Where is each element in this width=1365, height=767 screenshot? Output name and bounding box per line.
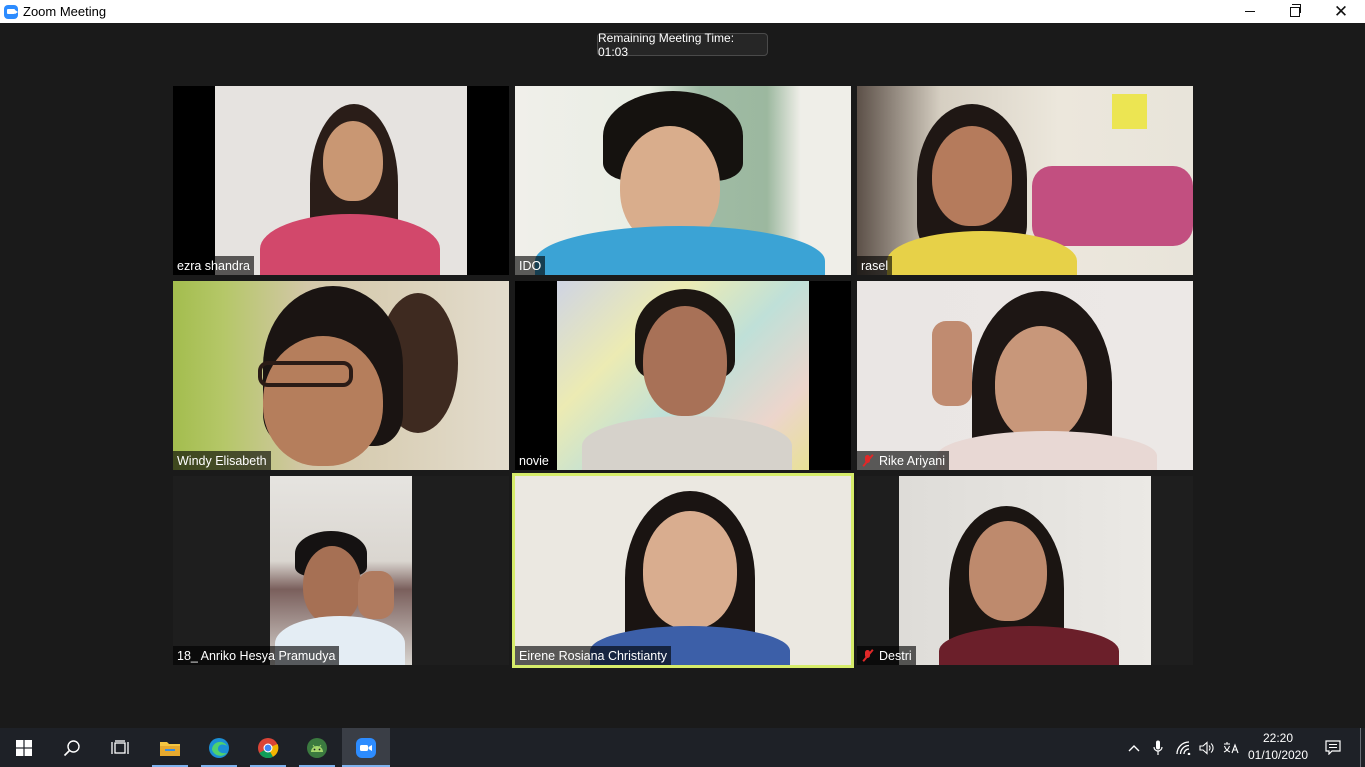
video-tile[interactable]: 18_ Anriko Hesya Pramudya (173, 476, 509, 665)
muted-microphone-icon (861, 649, 874, 662)
video-tile[interactable]: rasel (857, 86, 1193, 275)
video-tile-active-speaker[interactable]: Eirene Rosiana Christianty (512, 473, 854, 668)
video-feed (857, 281, 1193, 470)
task-view-icon (111, 739, 129, 754)
taskbar-file-explorer[interactable] (146, 728, 194, 767)
video-feed (557, 281, 809, 470)
edge-browser-icon (209, 737, 229, 758)
window-titlebar: Zoom Meeting ✕ (0, 0, 1365, 23)
participant-name-text: Destri (879, 648, 912, 663)
file-explorer-icon (160, 741, 180, 756)
zoom-logo-icon (4, 4, 18, 19)
chrome-browser-icon (258, 737, 279, 758)
taskbar-android-studio[interactable] (293, 728, 341, 767)
window-title: Zoom Meeting (23, 4, 107, 19)
video-tile[interactable]: Destri (857, 476, 1193, 665)
search-button[interactable] (48, 728, 96, 767)
participant-name-text: novie (519, 453, 549, 468)
input-method-tray-button[interactable] (1220, 728, 1242, 767)
taskbar-zoom[interactable] (342, 728, 390, 767)
android-studio-icon (307, 737, 327, 758)
video-feed (899, 476, 1151, 665)
meeting-area: Remaining Meeting Time: 01:03 ezra shand… (0, 23, 1365, 728)
video-feed (173, 281, 509, 470)
participant-name: Eirene Rosiana Christianty (515, 646, 671, 665)
participant-name: Destri (857, 646, 916, 665)
notifications-icon (1325, 740, 1341, 755)
participant-name: IDO (515, 256, 546, 275)
windows-taskbar: 22:20 01/10/2020 (0, 728, 1365, 767)
participant-name-text: rasel (861, 258, 889, 273)
minimize-icon (1245, 11, 1255, 12)
restore-button[interactable] (1272, 0, 1318, 23)
participant-name: rasel (857, 256, 893, 275)
microphone-tray-button[interactable] (1148, 728, 1168, 767)
muted-microphone-icon (861, 454, 874, 467)
video-feed (270, 476, 412, 665)
speaker-volume-icon (1199, 740, 1214, 755)
windows-start-icon (16, 739, 32, 756)
network-tray-button[interactable] (1173, 728, 1195, 767)
zoom-app-icon (356, 737, 376, 758)
input-method-icon (1223, 741, 1239, 753)
video-feed (857, 86, 1193, 275)
video-feed (215, 86, 467, 275)
participant-name-text: Eirene Rosiana Christianty (519, 648, 667, 663)
participant-name-text: Rike Ariyani (879, 453, 945, 468)
clock-date: 01/10/2020 (1247, 748, 1309, 762)
participant-name-text: 18_ Anriko Hesya Pramudya (177, 648, 336, 663)
participant-name-text: IDO (519, 258, 542, 273)
show-desktop-divider[interactable] (1360, 728, 1361, 767)
video-tile[interactable]: novie (515, 281, 851, 470)
wifi-icon (1176, 740, 1191, 755)
video-tile[interactable]: Windy Elisabeth (173, 281, 509, 470)
participant-name-text: Windy Elisabeth (177, 453, 267, 468)
remaining-time-badge: Remaining Meeting Time: 01:03 (597, 31, 768, 59)
show-hidden-icons-button[interactable] (1124, 728, 1144, 767)
volume-tray-button[interactable] (1196, 728, 1218, 767)
video-feed (515, 476, 851, 665)
start-button[interactable] (0, 728, 48, 767)
participant-name-text: ezra shandra (177, 258, 250, 273)
video-tile[interactable]: IDO (515, 86, 851, 275)
clock-time: 22:20 (1262, 731, 1294, 745)
video-feed (515, 86, 851, 275)
close-icon: ✕ (1333, 2, 1349, 21)
participant-name: Windy Elisabeth (173, 451, 271, 470)
search-icon (63, 739, 80, 756)
minimize-button[interactable] (1227, 0, 1273, 23)
participant-name: ezra shandra (173, 256, 254, 275)
taskbar-edge[interactable] (195, 728, 243, 767)
taskbar-chrome[interactable] (244, 728, 292, 767)
microphone-icon (1153, 740, 1163, 755)
close-button[interactable]: ✕ (1318, 0, 1364, 23)
chevron-up-icon (1128, 744, 1140, 751)
video-tile[interactable]: Rike Ariyani (857, 281, 1193, 470)
participant-name: 18_ Anriko Hesya Pramudya (173, 646, 340, 665)
video-tile[interactable]: ezra shandra (173, 86, 509, 275)
taskbar-clock[interactable]: 22:20 01/10/2020 (1240, 730, 1316, 765)
action-center-button[interactable] (1318, 728, 1348, 767)
task-view-button[interactable] (96, 728, 144, 767)
restore-icon (1290, 3, 1301, 17)
participant-name: Rike Ariyani (857, 451, 949, 470)
participant-name: novie (515, 451, 553, 470)
